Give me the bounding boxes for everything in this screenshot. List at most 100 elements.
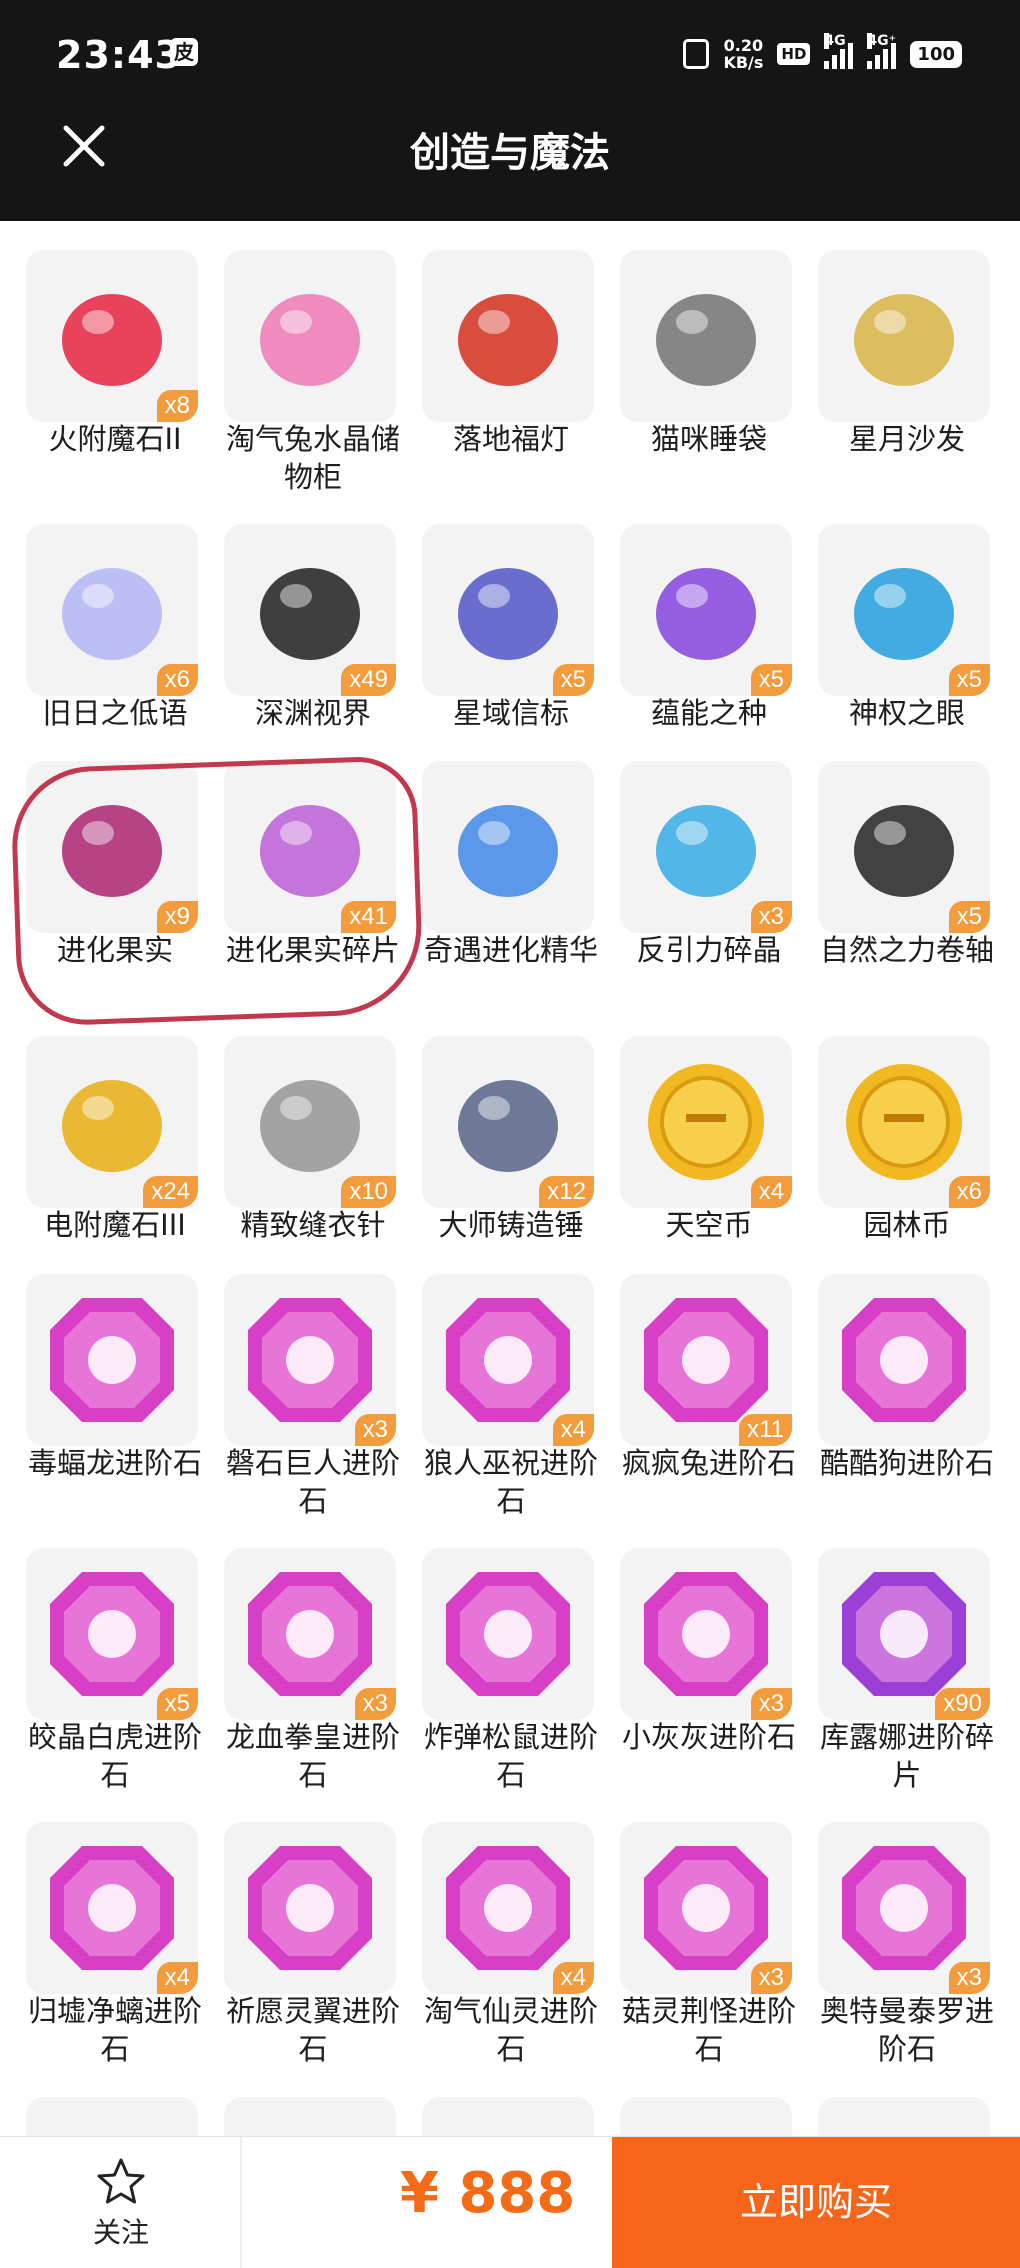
item-name: 奇遇进化精华 (423, 933, 598, 967)
item-tile: x3 (818, 1822, 990, 1994)
fruit-fragment-icon (260, 805, 360, 897)
item-name: 皎晶白虎进阶石 (27, 1720, 202, 1792)
item-tile: x4 (422, 1274, 594, 1446)
item-tile: x3 (620, 761, 792, 933)
signal-2-icon: 4G⁺ (867, 33, 897, 69)
werewolf-gem-icon (446, 1298, 570, 1422)
item-name: 库露娜进阶碎片 (819, 1720, 994, 1792)
item-quantity-badge: x24 (143, 1176, 198, 1208)
signal-1-icon: 4G (824, 33, 854, 69)
partial-tile (620, 2097, 792, 2137)
mushroom-gem-icon (644, 1846, 768, 1970)
item-name: 龙血拳皇进阶石 (225, 1720, 400, 1792)
item-quantity-badge: x5 (750, 664, 792, 696)
item-quantity-badge: x11 (739, 1414, 792, 1446)
item-quantity-badge: x4 (552, 1414, 594, 1446)
dragon-fist-gem-icon (248, 1572, 372, 1696)
item-tile: x41 (224, 761, 396, 933)
partial-tile (818, 2097, 990, 2137)
item-quantity-badge: x90 (935, 1688, 990, 1720)
wish-wing-gem-icon (248, 1846, 372, 1970)
crazy-rabbit-gem-icon (644, 1298, 768, 1422)
guixu-gem-icon (50, 1846, 174, 1970)
item-tile: x24 (26, 1036, 198, 1208)
taro-gem-icon (842, 1846, 966, 1970)
item-tile: x5 (422, 524, 594, 696)
item-tile: x90 (818, 1548, 990, 1720)
hammer-icon (458, 1080, 558, 1172)
item-tile: x8 (26, 250, 198, 422)
item-quantity-badge: x3 (750, 901, 792, 933)
item-quantity-badge: x4 (552, 1962, 594, 1994)
item-tile: x9 (26, 761, 198, 933)
top-bar: 23:43 皮 0.20 KB/s HD 4G 4G⁺ 100 创造与魔法 (0, 0, 1020, 221)
item-quantity-badge: x5 (948, 664, 990, 696)
item-tile: x11 (620, 1274, 792, 1446)
status-icons: 0.20 KB/s HD 4G 4G⁺ 100 (683, 33, 962, 74)
item-tile: x49 (224, 524, 396, 696)
beacon-icon (458, 568, 558, 660)
item-name: 淘气兔水晶储物柜 (225, 422, 400, 494)
item-quantity-badge: x5 (156, 1688, 198, 1720)
item-tile (26, 1274, 198, 1446)
item-name: 精致缝衣针 (240, 1208, 386, 1242)
item-tile: x3 (224, 1548, 396, 1720)
item-name: 菇灵荆怪进阶石 (621, 1994, 796, 2066)
item-tile: x4 (422, 1822, 594, 1994)
abyss-sun-icon (260, 568, 360, 660)
item-tile (224, 1822, 396, 1994)
orb-icon (62, 568, 162, 660)
antigravity-crystal-icon (656, 805, 756, 897)
item-name: 小灰灰进阶石 (621, 1720, 796, 1754)
item-tile: x6 (26, 524, 198, 696)
page-title: 创造与魔法 (410, 130, 610, 176)
partial-tile (224, 2097, 396, 2137)
buy-now-button[interactable]: 立即购买 (612, 2137, 1020, 2268)
item-name: 星月沙发 (848, 422, 965, 456)
item-quantity-badge: x8 (156, 390, 198, 422)
follow-button[interactable]: 关注 (40, 2155, 202, 2255)
cat-sleeping-bag-icon (656, 294, 756, 386)
item-name: 自然之力卷轴 (819, 933, 994, 967)
rock-giant-gem-icon (248, 1298, 372, 1422)
status-time: 23:43 (56, 33, 182, 77)
item-name: 旧日之低语 (42, 696, 188, 730)
item-name: 进化果实 (56, 933, 173, 967)
item-name: 火附魔石II (48, 422, 182, 456)
gold-crystal-icon (62, 1080, 162, 1172)
signal-1-label: 4G (824, 33, 846, 49)
item-quantity-badge: x3 (750, 1688, 792, 1720)
item-name: 电附魔石III (44, 1208, 186, 1242)
item-quantity-badge: x3 (354, 1688, 396, 1720)
item-name: 酷酷狗进阶石 (819, 1446, 994, 1480)
bat-dragon-gem-icon (50, 1298, 174, 1422)
naughty-fairy-gem-icon (446, 1846, 570, 1970)
status-app-badge: 皮 (170, 38, 198, 66)
follow-label: 关注 (92, 2216, 149, 2249)
item-tile (620, 250, 792, 422)
net-speed-unit: KB/s (723, 53, 764, 72)
needle-icon (260, 1080, 360, 1172)
item-tile: x4 (620, 1036, 792, 1208)
lantern-icon (458, 294, 558, 386)
item-name: 蕴能之种 (650, 696, 767, 730)
item-tile: x3 (620, 1548, 792, 1720)
item-name: 狼人巫祝进阶石 (423, 1446, 598, 1518)
item-tile: x5 (818, 761, 990, 933)
item-tile: x6 (818, 1036, 990, 1208)
item-tile: x5 (620, 524, 792, 696)
item-quantity-badge: x5 (948, 901, 990, 933)
item-quantity-badge: x41 (341, 901, 396, 933)
partial-tile (422, 2097, 594, 2137)
partial-tile (26, 2097, 198, 2137)
item-quantity-badge: x3 (750, 1962, 792, 1994)
pink-cabinet-icon (260, 294, 360, 386)
sofa-icon (854, 294, 954, 386)
item-quantity-badge: x3 (948, 1962, 990, 1994)
item-quantity-badge: x6 (948, 1176, 990, 1208)
divine-eye-icon (854, 568, 954, 660)
item-quantity-badge: x9 (156, 901, 198, 933)
item-name: 进化果实碎片 (225, 933, 400, 967)
red-crystal-icon (62, 294, 162, 386)
item-name: 深渊视界 (254, 696, 371, 730)
